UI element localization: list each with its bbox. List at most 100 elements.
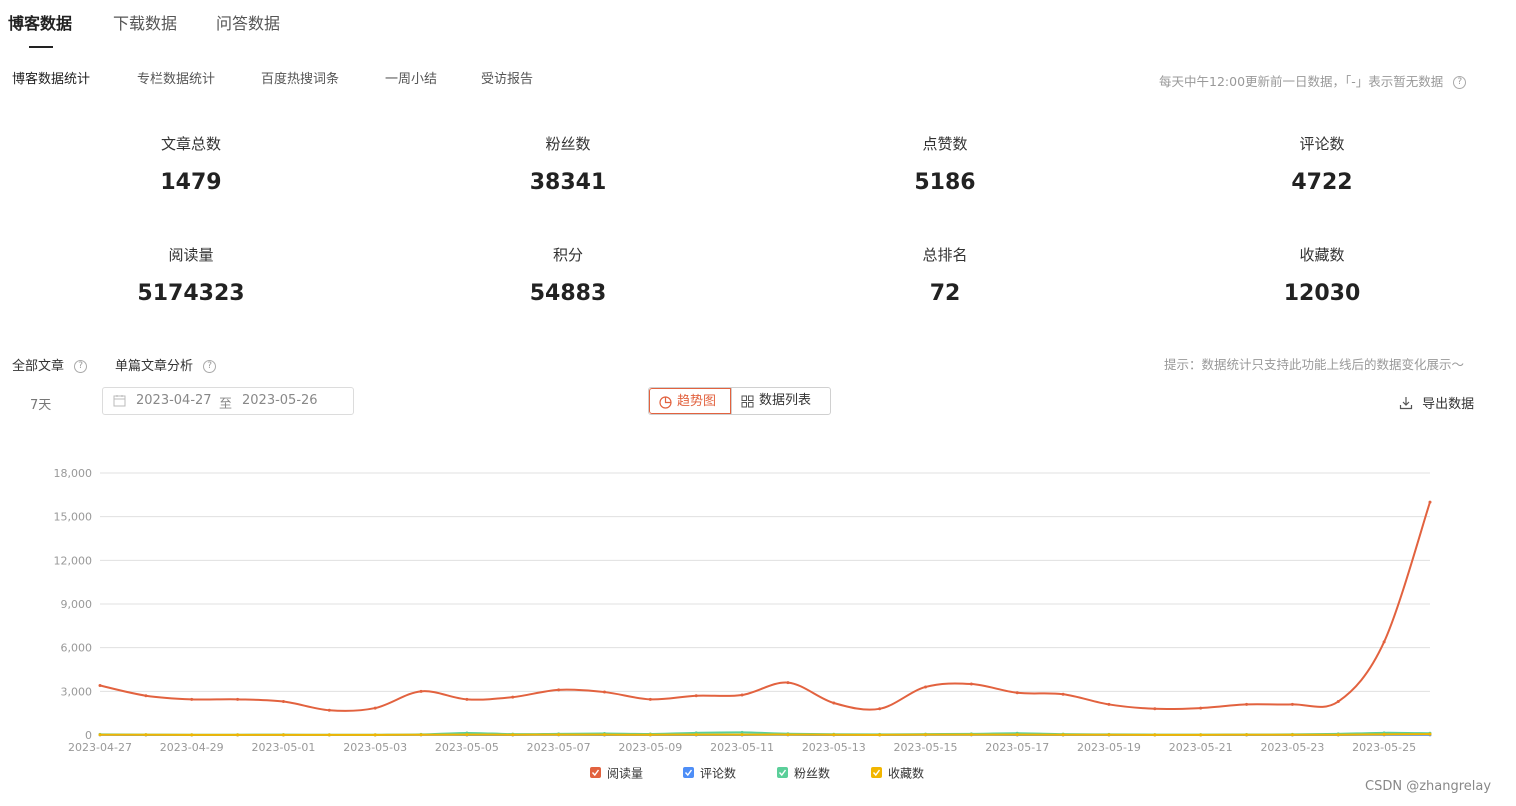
legend-label: 收藏数 bbox=[888, 766, 924, 781]
data-point bbox=[969, 682, 973, 686]
stat-label: 粉丝数 bbox=[545, 135, 591, 153]
download-icon bbox=[1399, 397, 1413, 410]
subtab-column-stats[interactable]: 专栏数据统计 bbox=[137, 68, 215, 87]
export-button[interactable]: 导出数据 bbox=[1399, 393, 1474, 412]
legend-label: 评论数 bbox=[700, 766, 736, 781]
data-point bbox=[648, 697, 652, 701]
data-point bbox=[832, 733, 836, 737]
data-point bbox=[419, 689, 423, 693]
stat-comments: 评论数 4722 bbox=[1222, 133, 1422, 195]
help-icon[interactable]: ? bbox=[1453, 76, 1467, 89]
subtab-blog-stats[interactable]: 博客数据统计 bbox=[12, 68, 90, 87]
data-point bbox=[98, 684, 102, 688]
data-point bbox=[694, 733, 698, 737]
help-icon[interactable]: ? bbox=[74, 360, 88, 373]
date-range-picker[interactable]: 2023-04-27 至 2023-05-26 bbox=[102, 387, 354, 415]
stat-value: 72 bbox=[929, 281, 961, 306]
data-point bbox=[557, 733, 561, 737]
data-point bbox=[1199, 706, 1203, 710]
data-point bbox=[924, 685, 928, 689]
data-point bbox=[694, 694, 698, 698]
data-point bbox=[190, 697, 194, 701]
subtab-baidu-hot[interactable]: 百度热搜词条 bbox=[261, 68, 339, 87]
y-tick-label: 3,000 bbox=[61, 685, 93, 698]
date-start[interactable]: 2023-04-27 bbox=[136, 393, 212, 408]
data-point bbox=[1107, 702, 1111, 706]
stat-value: 5174323 bbox=[137, 281, 245, 306]
legend-item: 收藏数 bbox=[871, 766, 924, 781]
stat-value: 12030 bbox=[1283, 281, 1361, 306]
legend-swatch bbox=[683, 767, 694, 778]
data-point bbox=[1428, 500, 1432, 504]
date-end[interactable]: 2023-05-26 bbox=[242, 393, 318, 408]
data-point bbox=[281, 733, 285, 737]
data-point bbox=[1107, 733, 1111, 737]
data-point bbox=[878, 707, 882, 711]
x-tick-label: 2023-05-19 bbox=[1077, 741, 1141, 754]
data-point bbox=[832, 701, 836, 705]
data-point bbox=[1061, 692, 1065, 696]
data-point bbox=[1428, 732, 1432, 736]
stat-label: 总排名 bbox=[922, 246, 968, 264]
data-point bbox=[1245, 733, 1249, 737]
tab-download-data[interactable]: 下载数据 bbox=[113, 10, 177, 34]
tab-single-article-label: 单篇文章分析 bbox=[115, 359, 194, 374]
data-point bbox=[1382, 640, 1386, 644]
x-tick-label: 2023-04-29 bbox=[160, 741, 224, 754]
x-tick-label: 2023-05-11 bbox=[710, 741, 774, 754]
stat-label: 阅读量 bbox=[168, 246, 214, 264]
x-tick-label: 2023-05-23 bbox=[1260, 741, 1324, 754]
subtab-visit-report[interactable]: 受访报告 bbox=[481, 68, 533, 87]
data-point bbox=[236, 697, 240, 701]
data-point bbox=[740, 693, 744, 697]
active-tab-indicator bbox=[29, 46, 53, 48]
help-icon[interactable]: ? bbox=[203, 360, 217, 373]
data-point bbox=[786, 733, 790, 737]
data-point bbox=[373, 733, 377, 737]
trend-view-button[interactable]: 趋势图 bbox=[649, 388, 731, 414]
x-tick-label: 2023-05-01 bbox=[251, 741, 315, 754]
tab-single-article[interactable]: 单篇文章分析 ? bbox=[115, 355, 217, 374]
days-selector[interactable]: 7天 bbox=[30, 394, 51, 413]
data-point bbox=[327, 708, 331, 712]
trend-line-chart: 03,0006,0009,00012,00015,00018,0002023-0… bbox=[54, 467, 1432, 781]
calendar-icon bbox=[113, 394, 126, 411]
x-tick-label: 2023-04-27 bbox=[68, 741, 132, 754]
data-point bbox=[1153, 707, 1157, 711]
export-label: 导出数据 bbox=[1422, 397, 1475, 412]
legend-label: 阅读量 bbox=[607, 767, 643, 781]
x-tick-label: 2023-05-03 bbox=[343, 741, 407, 754]
subtab-weekly-summary[interactable]: 一周小结 bbox=[385, 68, 437, 87]
stat-likes: 点赞数 5186 bbox=[845, 133, 1045, 195]
grid-icon bbox=[741, 395, 754, 408]
tip-text: 提示：数据统计只支持此功能上线后的数据变化展示～ bbox=[1164, 357, 1465, 372]
data-point bbox=[602, 690, 606, 694]
legend-item: 粉丝数 bbox=[777, 766, 830, 781]
update-note-text: 每天中午12:00更新前一日数据，「-」表示暂无数据 bbox=[1159, 74, 1444, 89]
list-view-button[interactable]: 数据列表 bbox=[731, 388, 830, 414]
stat-value: 5186 bbox=[914, 170, 976, 195]
data-point bbox=[1015, 733, 1019, 737]
legend-item: 评论数 bbox=[683, 766, 736, 781]
data-point bbox=[1199, 733, 1203, 737]
tab-blog-data[interactable]: 博客数据 bbox=[8, 10, 72, 34]
data-point bbox=[465, 697, 469, 701]
y-tick-label: 12,000 bbox=[54, 554, 93, 567]
tab-all-articles[interactable]: 全部文章 ? bbox=[12, 355, 88, 374]
data-point bbox=[373, 706, 377, 710]
tab-qa-data[interactable]: 问答数据 bbox=[216, 10, 280, 34]
stat-rank: 总排名 72 bbox=[845, 244, 1045, 306]
data-point bbox=[969, 733, 973, 737]
list-view-label: 数据列表 bbox=[759, 393, 812, 408]
date-separator: 至 bbox=[219, 397, 233, 412]
pie-chart-icon bbox=[659, 396, 672, 409]
data-point bbox=[236, 733, 240, 737]
legend-swatch bbox=[871, 767, 882, 778]
data-point bbox=[1336, 700, 1340, 704]
x-tick-label: 2023-05-05 bbox=[435, 741, 499, 754]
watermark: CSDN @zhangrelay bbox=[1365, 779, 1492, 794]
data-point bbox=[1290, 733, 1294, 737]
stat-label: 文章总数 bbox=[160, 135, 221, 153]
legend-swatch bbox=[590, 767, 601, 778]
data-point bbox=[1015, 691, 1019, 695]
